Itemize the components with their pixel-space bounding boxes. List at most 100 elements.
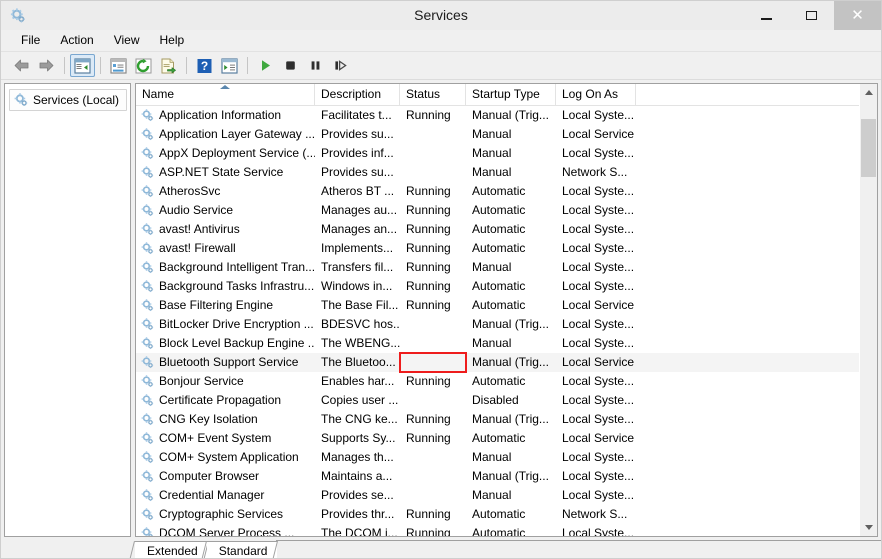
show-action-pane-button[interactable] bbox=[217, 54, 242, 77]
pause-service-button[interactable] bbox=[303, 54, 328, 77]
cell-startup-type: Automatic bbox=[472, 203, 526, 217]
menu-action[interactable]: Action bbox=[50, 31, 103, 50]
service-name-label: CNG Key Isolation bbox=[159, 412, 258, 426]
service-row[interactable]: COM+ Event System Supports Sy... Running Au… bbox=[136, 429, 877, 448]
service-name-label: Audio Service bbox=[159, 203, 234, 217]
toolbar-separator-3 bbox=[186, 57, 187, 74]
service-row[interactable]: Block Level Backup Engine ... The WBENG..… bbox=[136, 334, 877, 353]
properties-button[interactable] bbox=[106, 54, 131, 77]
column-header-description[interactable]: Description bbox=[315, 84, 400, 105]
cell-name: DCOM Server Process ... bbox=[136, 524, 315, 536]
cell-startup-type: Manual (Trig... bbox=[472, 317, 549, 331]
minimize-button[interactable] bbox=[744, 1, 789, 30]
service-row[interactable]: Cryptographic Services Provides thr... Run… bbox=[136, 505, 877, 524]
cell-startup-type: Manual bbox=[472, 336, 512, 350]
service-row[interactable]: AtherosSvc Atheros BT ... Running Automatic… bbox=[136, 182, 877, 201]
service-row[interactable]: Application Information Facilitates t... R… bbox=[136, 106, 877, 125]
cell-log-on-as: Local Syste... bbox=[562, 184, 635, 198]
service-row[interactable]: DCOM Server Process ... The DCOM i... Runn… bbox=[136, 524, 877, 536]
tree-item-services-local[interactable]: Services (Local) bbox=[9, 89, 127, 111]
cell-startup-type: Automatic bbox=[472, 279, 526, 293]
service-gear-icon bbox=[140, 260, 155, 275]
service-row[interactable]: Computer Browser Maintains a... Manual (Tr… bbox=[136, 467, 877, 486]
restart-service-button[interactable] bbox=[328, 54, 353, 77]
service-row[interactable]: COM+ System Application Manages th... Manu… bbox=[136, 448, 877, 467]
cell-log-on-as: Local Syste... bbox=[562, 260, 635, 274]
service-name-label: Application Information bbox=[159, 108, 282, 122]
cell-description: Manages th... bbox=[321, 450, 394, 464]
service-row[interactable]: Background Intelligent Tran... Transfers … bbox=[136, 258, 877, 277]
service-row[interactable]: Bluetooth Support Service The Bluetoo... M… bbox=[136, 353, 877, 372]
tab-standard[interactable]: Standard bbox=[206, 541, 278, 558]
back-button[interactable] bbox=[9, 54, 34, 77]
column-header-log-on-as[interactable]: Log On As bbox=[556, 84, 636, 105]
cell-startup-type: Manual bbox=[472, 165, 512, 179]
cell-status: Running bbox=[406, 298, 451, 312]
cell-description: Manages au... bbox=[321, 203, 398, 217]
cell-log-on-as: Network S... bbox=[562, 165, 628, 179]
menu-file[interactable]: File bbox=[11, 31, 50, 50]
stop-service-button[interactable] bbox=[278, 54, 303, 77]
start-service-button[interactable] bbox=[253, 54, 278, 77]
services-list-body[interactable]: Application Information Facilitates t... R… bbox=[136, 106, 877, 536]
cell-description: Provides thr... bbox=[321, 507, 395, 521]
menu-view[interactable]: View bbox=[104, 31, 150, 50]
cell-description: Maintains a... bbox=[321, 469, 393, 483]
close-button[interactable]: ✕ bbox=[834, 1, 881, 30]
export-list-button[interactable] bbox=[156, 54, 181, 77]
tab-extended[interactable]: Extended bbox=[135, 541, 208, 558]
service-gear-icon bbox=[140, 298, 155, 313]
column-header-status[interactable]: Status bbox=[400, 84, 466, 105]
column-header-name[interactable]: Name bbox=[136, 84, 315, 105]
service-gear-icon bbox=[140, 488, 155, 503]
service-gear-icon bbox=[140, 507, 155, 522]
service-row[interactable]: ASP.NET State Service Provides su... Manua… bbox=[136, 163, 877, 182]
service-name-label: avast! Firewall bbox=[159, 241, 236, 255]
cell-description: BDESVC hos... bbox=[321, 317, 400, 331]
refresh-icon bbox=[135, 58, 152, 73]
menu-help[interactable]: Help bbox=[150, 31, 195, 50]
service-row[interactable]: Certificate Propagation Copies user ... Di… bbox=[136, 391, 877, 410]
service-row[interactable]: avast! Antivirus Manages an... Running Auto… bbox=[136, 220, 877, 239]
toolbar-separator-1 bbox=[64, 57, 65, 74]
refresh-button[interactable] bbox=[131, 54, 156, 77]
service-row[interactable]: Background Tasks Infrastru... Windows in.… bbox=[136, 277, 877, 296]
service-row[interactable]: Bonjour Service Enables har... Running Auto… bbox=[136, 372, 877, 391]
service-gear-icon bbox=[140, 146, 155, 161]
service-row[interactable]: AppX Deployment Service (... Provides inf… bbox=[136, 144, 877, 163]
column-header-startup-type[interactable]: Startup Type bbox=[466, 84, 556, 105]
service-row[interactable]: Credential Manager Provides se... Manual Lo… bbox=[136, 486, 877, 505]
service-row[interactable]: BitLocker Drive Encryption ... BDESVC hos… bbox=[136, 315, 877, 334]
tree-item-label: Services (Local) bbox=[33, 93, 120, 107]
service-row[interactable]: Audio Service Manages au... Running Automat… bbox=[136, 201, 877, 220]
show-hide-console-tree-button[interactable] bbox=[70, 54, 95, 77]
cell-startup-type: Manual (Trig... bbox=[472, 469, 549, 483]
scrollbar-thumb[interactable] bbox=[861, 119, 876, 177]
vertical-scrollbar[interactable] bbox=[859, 84, 877, 536]
forward-icon bbox=[39, 59, 54, 72]
scroll-up-arrow[interactable] bbox=[860, 84, 877, 101]
cell-description: The DCOM i... bbox=[321, 526, 398, 536]
cell-status: Running bbox=[406, 431, 451, 445]
service-row[interactable]: CNG Key Isolation The CNG ke... Running Man… bbox=[136, 410, 877, 429]
menu-bar: File Action View Help bbox=[1, 30, 881, 52]
services-gear-icon bbox=[9, 7, 27, 25]
service-row[interactable]: Application Layer Gateway ... Provides su… bbox=[136, 125, 877, 144]
service-row[interactable]: avast! Firewall Implements... Running Autom… bbox=[136, 239, 877, 258]
scroll-down-arrow[interactable] bbox=[860, 519, 877, 536]
cell-name: AppX Deployment Service (... bbox=[136, 144, 315, 163]
cell-startup-type: Manual (Trig... bbox=[472, 355, 549, 369]
scrollbar-track[interactable] bbox=[860, 101, 877, 519]
cell-status: Running bbox=[406, 184, 451, 198]
restart-service-icon bbox=[334, 60, 347, 71]
service-name-label: Background Tasks Infrastru... bbox=[159, 279, 315, 293]
maximize-button[interactable] bbox=[789, 1, 834, 30]
cell-log-on-as: Local Syste... bbox=[562, 469, 635, 483]
start-service-icon bbox=[262, 60, 270, 71]
help-icon: ? bbox=[197, 58, 212, 73]
service-row[interactable]: Base Filtering Engine The Base Fil... Runn… bbox=[136, 296, 877, 315]
help-button[interactable]: ? bbox=[192, 54, 217, 77]
cell-name: CNG Key Isolation bbox=[136, 410, 315, 429]
service-name-label: Bonjour Service bbox=[159, 374, 244, 388]
forward-button[interactable] bbox=[34, 54, 59, 77]
